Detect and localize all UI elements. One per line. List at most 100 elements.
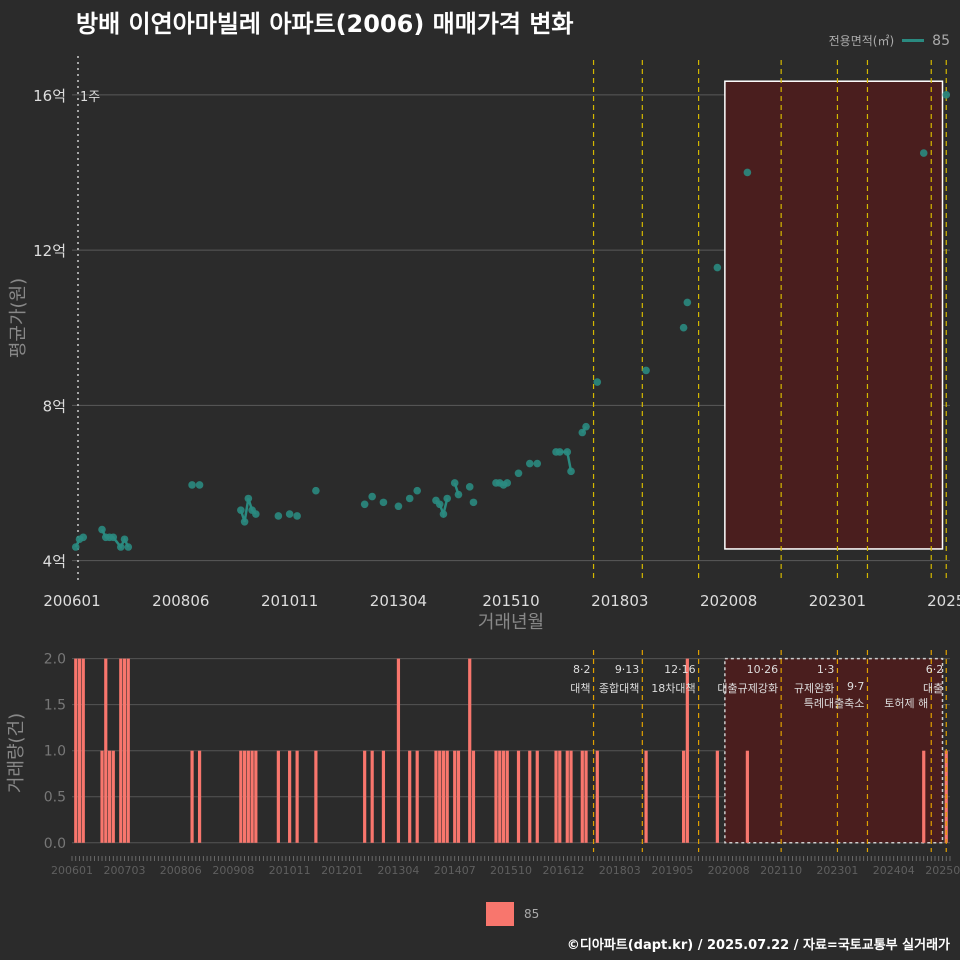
volume-bar	[415, 750, 419, 843]
data-point	[465, 483, 474, 491]
data-point	[240, 517, 249, 526]
volume-bar	[505, 750, 509, 843]
policy-name-label: 종합대책	[599, 682, 639, 695]
volume-bar	[239, 750, 243, 843]
data-point	[252, 510, 260, 518]
y-tick-label: 8억	[43, 397, 66, 415]
policy-date-label: 12·16	[664, 663, 696, 676]
x-tick-label: 202301	[809, 592, 866, 610]
volume-bar	[644, 750, 648, 843]
data-point	[98, 525, 106, 534]
x-tick-label: 200806	[152, 592, 209, 610]
data-point	[71, 543, 80, 551]
y-tick-label: 16억	[33, 87, 66, 105]
data-point	[525, 459, 534, 468]
volume-bar	[528, 750, 532, 843]
x-tick-label: 201803	[591, 592, 648, 610]
x-axis-title: 거래년월	[478, 612, 544, 633]
data-point	[563, 448, 572, 456]
y-axis-title: 평균가(원)	[8, 278, 29, 358]
volume-bar	[77, 658, 82, 843]
volume-bar	[471, 750, 476, 843]
volume-bar	[516, 750, 521, 843]
x-tick-label: 200601	[43, 592, 100, 610]
data-point	[567, 467, 575, 476]
x-tick-label: 201304	[370, 592, 427, 610]
data-point	[413, 486, 421, 495]
volume-bar	[197, 750, 202, 843]
data-point	[379, 498, 388, 507]
data-point	[360, 500, 369, 509]
policy-date-label: 8·2	[573, 663, 591, 676]
x-tick-label: 200601	[51, 864, 93, 877]
volume-bar	[314, 750, 318, 843]
data-point	[109, 533, 118, 542]
y-axis-title: 거래량(건)	[6, 713, 27, 793]
data-point	[405, 494, 414, 503]
x-tick-label: 201510	[482, 592, 539, 610]
legend-bar-series-name: 85	[524, 907, 540, 921]
policy-name-label: 대책	[570, 682, 590, 695]
volume-bar	[396, 658, 401, 843]
policy-name-label: 토허제 해	[884, 696, 928, 710]
policy-date-label: 9·13	[615, 663, 640, 676]
x-tick-label: 201011	[269, 864, 311, 877]
volume-bar	[456, 750, 461, 843]
data-point	[679, 323, 688, 332]
y-tick-label: 4억	[43, 553, 66, 571]
x-tick-label: 201304	[377, 864, 419, 877]
volume-bar	[276, 750, 280, 843]
x-tick-label: 202404	[873, 864, 915, 877]
volume-bar	[74, 658, 78, 843]
data-point	[683, 298, 692, 307]
data-point	[439, 510, 448, 518]
volume-bar	[111, 750, 115, 843]
data-point	[533, 459, 542, 468]
volume-bar	[243, 750, 247, 843]
data-point	[469, 498, 478, 507]
legend-bottom: 85	[486, 902, 539, 926]
volume-bar	[122, 658, 127, 843]
y-tick-label: 12억	[33, 242, 66, 260]
policy-name-label: 규제완화	[794, 682, 834, 695]
volume-bar	[190, 750, 194, 843]
x-tick-label: 201011	[261, 592, 318, 610]
highlight-box	[724, 80, 944, 550]
data-point	[919, 149, 928, 157]
volume-bar	[119, 658, 123, 843]
volume-bar	[288, 750, 292, 843]
data-point	[942, 91, 951, 99]
data-point	[195, 481, 204, 489]
volume-bar	[126, 658, 130, 843]
data-point	[443, 494, 452, 503]
data-point	[116, 543, 125, 551]
data-point	[394, 502, 403, 511]
x-tick-label: 200806	[160, 864, 202, 877]
data-point	[454, 490, 463, 499]
x-tick-label: 201612	[543, 864, 585, 877]
x-tick-label: 202301	[816, 864, 858, 877]
volume-bar	[100, 750, 104, 843]
policy-name-label: 대출	[923, 682, 943, 695]
x-tick-label: 2025	[927, 592, 960, 610]
policy-name-label: 18차대책	[651, 682, 695, 695]
policy-date-label: 1·3	[817, 663, 835, 676]
chart-canvas: 방배 이연아마빌레 아파트(2006) 매매가격 변화 전용면적(㎡) 85 4…	[0, 0, 960, 960]
x-tick-label: 202506	[925, 864, 960, 877]
volume-bar	[468, 658, 472, 843]
data-point	[593, 378, 602, 386]
volume-bar	[295, 750, 299, 843]
data-point	[120, 535, 129, 544]
data-point	[312, 486, 320, 495]
data-point	[188, 481, 196, 489]
volume-bar	[254, 750, 258, 843]
volume-bar	[453, 750, 457, 843]
x-tick-label: 202110	[760, 864, 802, 877]
volume-bar	[584, 750, 588, 843]
data-point	[582, 422, 590, 431]
data-point	[274, 512, 283, 520]
volume-chart: 0.0 0.5 1.0 1.5 2.0 200601 200703 200806 200908 2…	[6, 650, 960, 877]
volume-bar	[498, 750, 502, 843]
y-tick-label: 0.0	[44, 836, 66, 852]
volume-bar	[441, 750, 446, 843]
